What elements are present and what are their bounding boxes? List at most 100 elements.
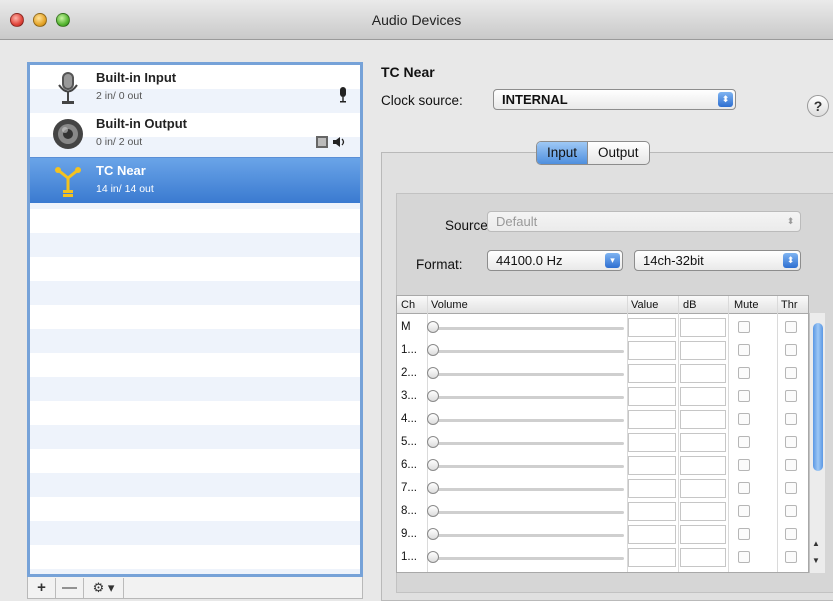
value-field[interactable] — [628, 341, 676, 360]
mute-checkbox[interactable] — [738, 321, 750, 333]
device-item-tc-near[interactable]: TC Near 14 in/ 14 out — [30, 157, 360, 203]
mute-checkbox[interactable] — [738, 528, 750, 540]
value-field[interactable] — [628, 479, 676, 498]
source-value: Default — [496, 214, 538, 229]
mute-checkbox[interactable] — [738, 413, 750, 425]
mute-checkbox[interactable] — [738, 551, 750, 563]
volume-slider-track[interactable] — [431, 373, 624, 376]
tab-input[interactable]: Input — [537, 142, 589, 164]
thru-checkbox[interactable] — [785, 390, 797, 402]
volume-slider-track[interactable] — [431, 511, 624, 514]
volume-slider-track[interactable] — [431, 350, 624, 353]
db-field[interactable] — [680, 433, 726, 452]
device-item-built-in-output[interactable]: Built-in Output 0 in/ 2 out — [30, 111, 360, 157]
value-field[interactable] — [628, 456, 676, 475]
volume-slider-track[interactable] — [431, 488, 624, 491]
thru-checkbox[interactable] — [785, 551, 797, 563]
thru-checkbox[interactable] — [785, 344, 797, 356]
volume-slider-track[interactable] — [431, 465, 624, 468]
sample-rate-popup[interactable]: 44100.0 Hz ▾ — [487, 250, 623, 271]
scroll-down-icon[interactable]: ▼ — [812, 556, 820, 565]
volume-slider-track[interactable] — [431, 534, 624, 537]
mute-checkbox[interactable] — [738, 344, 750, 356]
volume-slider-track[interactable] — [431, 557, 624, 560]
remove-device-button[interactable]: — — [56, 577, 84, 598]
value-field[interactable] — [628, 433, 676, 452]
clock-source-popup[interactable]: INTERNAL ⬍ — [493, 89, 736, 110]
volume-slider-knob[interactable] — [427, 551, 439, 563]
mute-checkbox[interactable] — [738, 459, 750, 471]
db-field[interactable] — [680, 387, 726, 406]
volume-slider-knob[interactable] — [427, 459, 439, 471]
channel-table[interactable]: Ch Volume Value dB Mute Thr M 1... 2... 3..… — [396, 295, 809, 573]
db-field[interactable] — [680, 548, 726, 567]
device-item-built-in-input[interactable]: Built-in Input 2 in/ 0 out — [30, 65, 360, 111]
volume-slider-track[interactable] — [431, 327, 624, 330]
scroll-thumb[interactable] — [813, 323, 823, 471]
value-field[interactable] — [628, 387, 676, 406]
scroll-up-icon[interactable]: ▲ — [812, 539, 820, 548]
value-field[interactable] — [628, 502, 676, 521]
mute-checkbox[interactable] — [738, 482, 750, 494]
add-device-button[interactable]: + — [28, 577, 56, 598]
thru-checkbox[interactable] — [785, 321, 797, 333]
channel-format-popup[interactable]: 14ch-32bit ⬍ — [634, 250, 801, 271]
title-bar[interactable]: Audio Devices — [0, 0, 833, 40]
channel-label: 2... — [401, 367, 417, 379]
volume-slider-knob[interactable] — [427, 505, 439, 517]
source-popup[interactable]: Default ⬍ — [487, 211, 801, 232]
updown-arrows-icon: ⬍ — [783, 253, 798, 268]
column-header-volume[interactable]: Volume — [431, 299, 468, 311]
db-field[interactable] — [680, 456, 726, 475]
column-header-mute[interactable]: Mute — [734, 299, 758, 311]
volume-slider-knob[interactable] — [427, 367, 439, 379]
value-field[interactable] — [628, 548, 676, 567]
column-header-ch[interactable]: Ch — [401, 299, 415, 311]
volume-slider-knob[interactable] — [427, 413, 439, 425]
volume-slider-track[interactable] — [431, 419, 624, 422]
db-field[interactable] — [680, 410, 726, 429]
thru-checkbox[interactable] — [785, 436, 797, 448]
volume-slider-track[interactable] — [431, 396, 624, 399]
table-row: M — [397, 316, 808, 339]
volume-slider-knob[interactable] — [427, 344, 439, 356]
volume-slider-knob[interactable] — [427, 528, 439, 540]
value-field[interactable] — [628, 364, 676, 383]
db-field[interactable] — [680, 364, 726, 383]
value-field[interactable] — [628, 318, 676, 337]
value-field[interactable] — [628, 410, 676, 429]
db-field[interactable] — [680, 525, 726, 544]
device-list[interactable]: Built-in Input 2 in/ 0 out Built-in Outp… — [27, 62, 363, 577]
help-button[interactable]: ? — [807, 95, 829, 117]
volume-slider-track[interactable] — [431, 442, 624, 445]
channel-label: 6... — [401, 459, 417, 471]
volume-slider-knob[interactable] — [427, 436, 439, 448]
db-field[interactable] — [680, 479, 726, 498]
thru-checkbox[interactable] — [785, 459, 797, 471]
mute-checkbox[interactable] — [738, 390, 750, 402]
tab-output[interactable]: Output — [588, 142, 649, 164]
db-field[interactable] — [680, 318, 726, 337]
gear-menu-button[interactable]: ⚙ ▾ — [84, 577, 124, 598]
value-field[interactable] — [628, 525, 676, 544]
column-header-db[interactable]: dB — [683, 299, 696, 311]
volume-slider-knob[interactable] — [427, 321, 439, 333]
column-header-value[interactable]: Value — [631, 299, 658, 311]
db-field[interactable] — [680, 502, 726, 521]
sample-rate-value: 44100.0 Hz — [496, 253, 563, 268]
volume-slider-knob[interactable] — [427, 482, 439, 494]
column-header-thru[interactable]: Thr — [781, 299, 798, 311]
db-field[interactable] — [680, 341, 726, 360]
table-row: 6... — [397, 454, 808, 477]
volume-slider-knob[interactable] — [427, 390, 439, 402]
mute-checkbox[interactable] — [738, 505, 750, 517]
thru-checkbox[interactable] — [785, 367, 797, 379]
thru-checkbox[interactable] — [785, 528, 797, 540]
mute-checkbox[interactable] — [738, 436, 750, 448]
table-row: 7... — [397, 477, 808, 500]
thru-checkbox[interactable] — [785, 505, 797, 517]
mute-checkbox[interactable] — [738, 367, 750, 379]
table-scrollbar[interactable]: ▲ ▼ — [809, 313, 825, 573]
thru-checkbox[interactable] — [785, 413, 797, 425]
thru-checkbox[interactable] — [785, 482, 797, 494]
